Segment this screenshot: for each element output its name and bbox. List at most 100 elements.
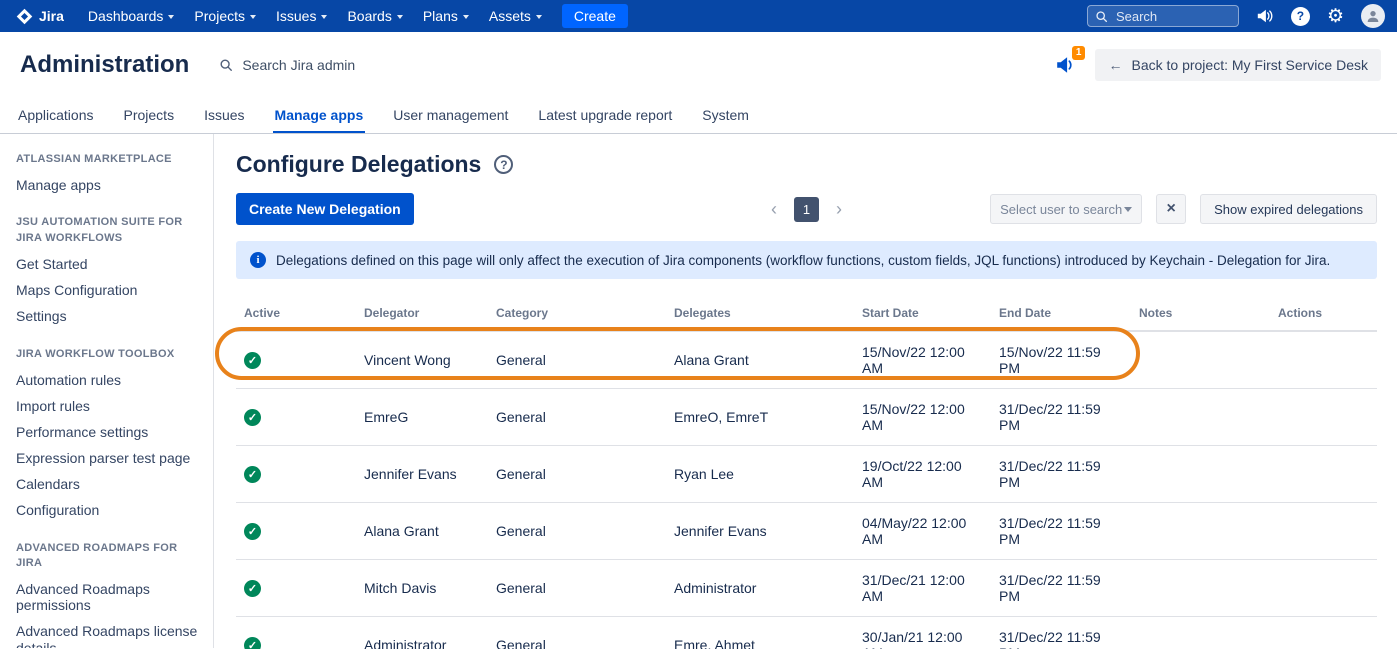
start-date-cell: 30/Jan/21 12:00 AM bbox=[854, 617, 991, 649]
chevron-down-icon bbox=[536, 15, 542, 19]
tab-applications[interactable]: Applications bbox=[16, 98, 96, 133]
column-header-notes: Notes bbox=[1131, 296, 1270, 331]
nav-item-label: Projects bbox=[194, 8, 245, 24]
active-cell bbox=[236, 446, 356, 503]
table-header-row: Active Delegator Category Delegates Star… bbox=[236, 296, 1377, 331]
back-button-label: Back to project: My First Service Desk bbox=[1131, 57, 1368, 73]
delegator-cell: Administrator bbox=[356, 617, 488, 649]
brand-label: Jira bbox=[39, 8, 64, 24]
title-row: Configure Delegations ? bbox=[236, 151, 1377, 178]
delegates-cell: Emre, Ahmet bbox=[666, 617, 854, 649]
notes-cell bbox=[1131, 446, 1270, 503]
active-cell bbox=[236, 560, 356, 617]
nav-item-boards[interactable]: Boards bbox=[337, 0, 412, 32]
tab-projects[interactable]: Projects bbox=[122, 98, 177, 133]
announcement-icon[interactable] bbox=[1256, 7, 1274, 25]
tab-issues[interactable]: Issues bbox=[202, 98, 246, 133]
jira-logo[interactable]: Jira bbox=[12, 8, 78, 25]
sidebar-item-import-rules[interactable]: Import rules bbox=[16, 393, 201, 419]
active-check-icon bbox=[244, 466, 261, 483]
column-header-end-date: End Date bbox=[991, 296, 1131, 331]
sidebar-item-performance-settings[interactable]: Performance settings bbox=[16, 419, 201, 445]
sidebar-item-settings[interactable]: Settings bbox=[16, 303, 201, 329]
delegates-cell: EmreO, EmreT bbox=[666, 389, 854, 446]
toolbar-right: Select user to search × Show expired del… bbox=[842, 194, 1377, 224]
category-cell: General bbox=[488, 503, 666, 560]
jira-logo-icon bbox=[16, 8, 33, 25]
table-row: Alana Grant General Jennifer Evans 04/Ma… bbox=[236, 503, 1377, 560]
delegates-cell: Ryan Lee bbox=[666, 446, 854, 503]
sidebar-item-automation-rules[interactable]: Automation rules bbox=[16, 367, 201, 393]
start-date-cell: 04/May/22 12:00 AM bbox=[854, 503, 991, 560]
nav-item-dashboards[interactable]: Dashboards bbox=[78, 0, 185, 32]
tab-latest-upgrade-report[interactable]: Latest upgrade report bbox=[536, 98, 674, 133]
sidebar-item-advanced-roadmaps-license-details[interactable]: Advanced Roadmaps license details bbox=[16, 618, 201, 648]
admin-search-input[interactable] bbox=[240, 56, 450, 74]
close-icon: × bbox=[1166, 200, 1175, 218]
info-banner: i Delegations defined on this page will … bbox=[236, 241, 1377, 279]
chevron-down-icon bbox=[168, 15, 174, 19]
pagination-current[interactable]: 1 bbox=[794, 197, 819, 222]
table-row: Jennifer Evans General Ryan Lee 19/Oct/2… bbox=[236, 446, 1377, 503]
category-cell: General bbox=[488, 617, 666, 649]
create-button[interactable]: Create bbox=[562, 4, 628, 28]
active-cell bbox=[236, 503, 356, 560]
nav-search-input[interactable] bbox=[1114, 8, 1231, 25]
user-search-select[interactable]: Select user to search bbox=[990, 194, 1142, 224]
table-row: Vincent Wong General Alana Grant 15/Nov/… bbox=[236, 331, 1377, 389]
info-banner-text: Delegations defined on this page will on… bbox=[276, 253, 1330, 268]
search-icon bbox=[1095, 10, 1108, 23]
back-to-project-button[interactable]: Back to project: My First Service Desk bbox=[1095, 49, 1381, 81]
delegates-cell: Alana Grant bbox=[666, 331, 854, 389]
start-date-cell: 31/Dec/21 12:00 AM bbox=[854, 560, 991, 617]
nav-item-assets[interactable]: Assets bbox=[479, 0, 552, 32]
nav-item-projects[interactable]: Projects bbox=[184, 0, 266, 32]
sidebar-section-header: JIRA WORKFLOW TOOLBOX bbox=[16, 347, 201, 362]
help-button[interactable]: ? bbox=[1291, 7, 1310, 26]
feedback-button[interactable]: 1 bbox=[1055, 54, 1077, 76]
pagination-prev[interactable]: ‹ bbox=[771, 200, 777, 218]
sidebar-item-expression-parser-test-page[interactable]: Expression parser test page bbox=[16, 445, 201, 471]
sidebar-item-calendars[interactable]: Calendars bbox=[16, 471, 201, 497]
user-avatar[interactable] bbox=[1361, 4, 1385, 28]
notes-cell bbox=[1131, 617, 1270, 649]
tab-manage-apps[interactable]: Manage apps bbox=[273, 98, 366, 133]
sidebar-item-maps-configuration[interactable]: Maps Configuration bbox=[16, 277, 201, 303]
toolbar: Create New Delegation ‹ 1 › Select user … bbox=[236, 193, 1377, 225]
delegations-table: Active Delegator Category Delegates Star… bbox=[236, 296, 1377, 649]
sidebar-section-header: ADVANCED ROADMAPS FOR JIRA bbox=[16, 541, 201, 572]
sidebar-item-configuration[interactable]: Configuration bbox=[16, 497, 201, 523]
nav-right: ? ⚙ bbox=[1087, 4, 1385, 28]
table-row: Administrator General Emre, Ahmet 30/Jan… bbox=[236, 617, 1377, 649]
end-date-cell: 15/Nov/22 11:59 PM bbox=[991, 331, 1131, 389]
nav-item-label: Dashboards bbox=[88, 8, 164, 24]
nav-item-issues[interactable]: Issues bbox=[266, 0, 337, 32]
chevron-down-icon bbox=[250, 15, 256, 19]
actions-cell bbox=[1270, 331, 1377, 389]
notes-cell bbox=[1131, 331, 1270, 389]
show-expired-button[interactable]: Show expired delegations bbox=[1200, 194, 1377, 224]
chevron-down-icon bbox=[463, 15, 469, 19]
column-header-delegator: Delegator bbox=[356, 296, 488, 331]
nav-item-plans[interactable]: Plans bbox=[413, 0, 479, 32]
actions-cell bbox=[1270, 560, 1377, 617]
category-cell: General bbox=[488, 389, 666, 446]
nav-item-label: Plans bbox=[423, 8, 458, 24]
sidebar-item-advanced-roadmaps-permissions[interactable]: Advanced Roadmaps permissions bbox=[16, 576, 201, 618]
clear-filter-button[interactable]: × bbox=[1156, 194, 1186, 224]
admin-title: Administration bbox=[20, 51, 189, 79]
gear-icon[interactable]: ⚙ bbox=[1327, 7, 1344, 26]
create-delegation-button[interactable]: Create New Delegation bbox=[236, 193, 414, 225]
sidebar-item-get-started[interactable]: Get Started bbox=[16, 251, 201, 277]
notes-cell bbox=[1131, 389, 1270, 446]
end-date-cell: 31/Dec/22 11:59 PM bbox=[991, 560, 1131, 617]
end-date-cell: 31/Dec/22 11:59 PM bbox=[991, 389, 1131, 446]
info-icon: i bbox=[250, 252, 266, 268]
help-icon[interactable]: ? bbox=[494, 155, 513, 174]
tab-user-management[interactable]: User management bbox=[391, 98, 510, 133]
tab-system[interactable]: System bbox=[700, 98, 751, 133]
admin-header: Administration 1 Back to project: My Fir… bbox=[0, 32, 1397, 98]
sidebar-item-manage-apps[interactable]: Manage apps bbox=[16, 172, 201, 198]
notes-cell bbox=[1131, 503, 1270, 560]
nav-item-label: Assets bbox=[489, 8, 531, 24]
